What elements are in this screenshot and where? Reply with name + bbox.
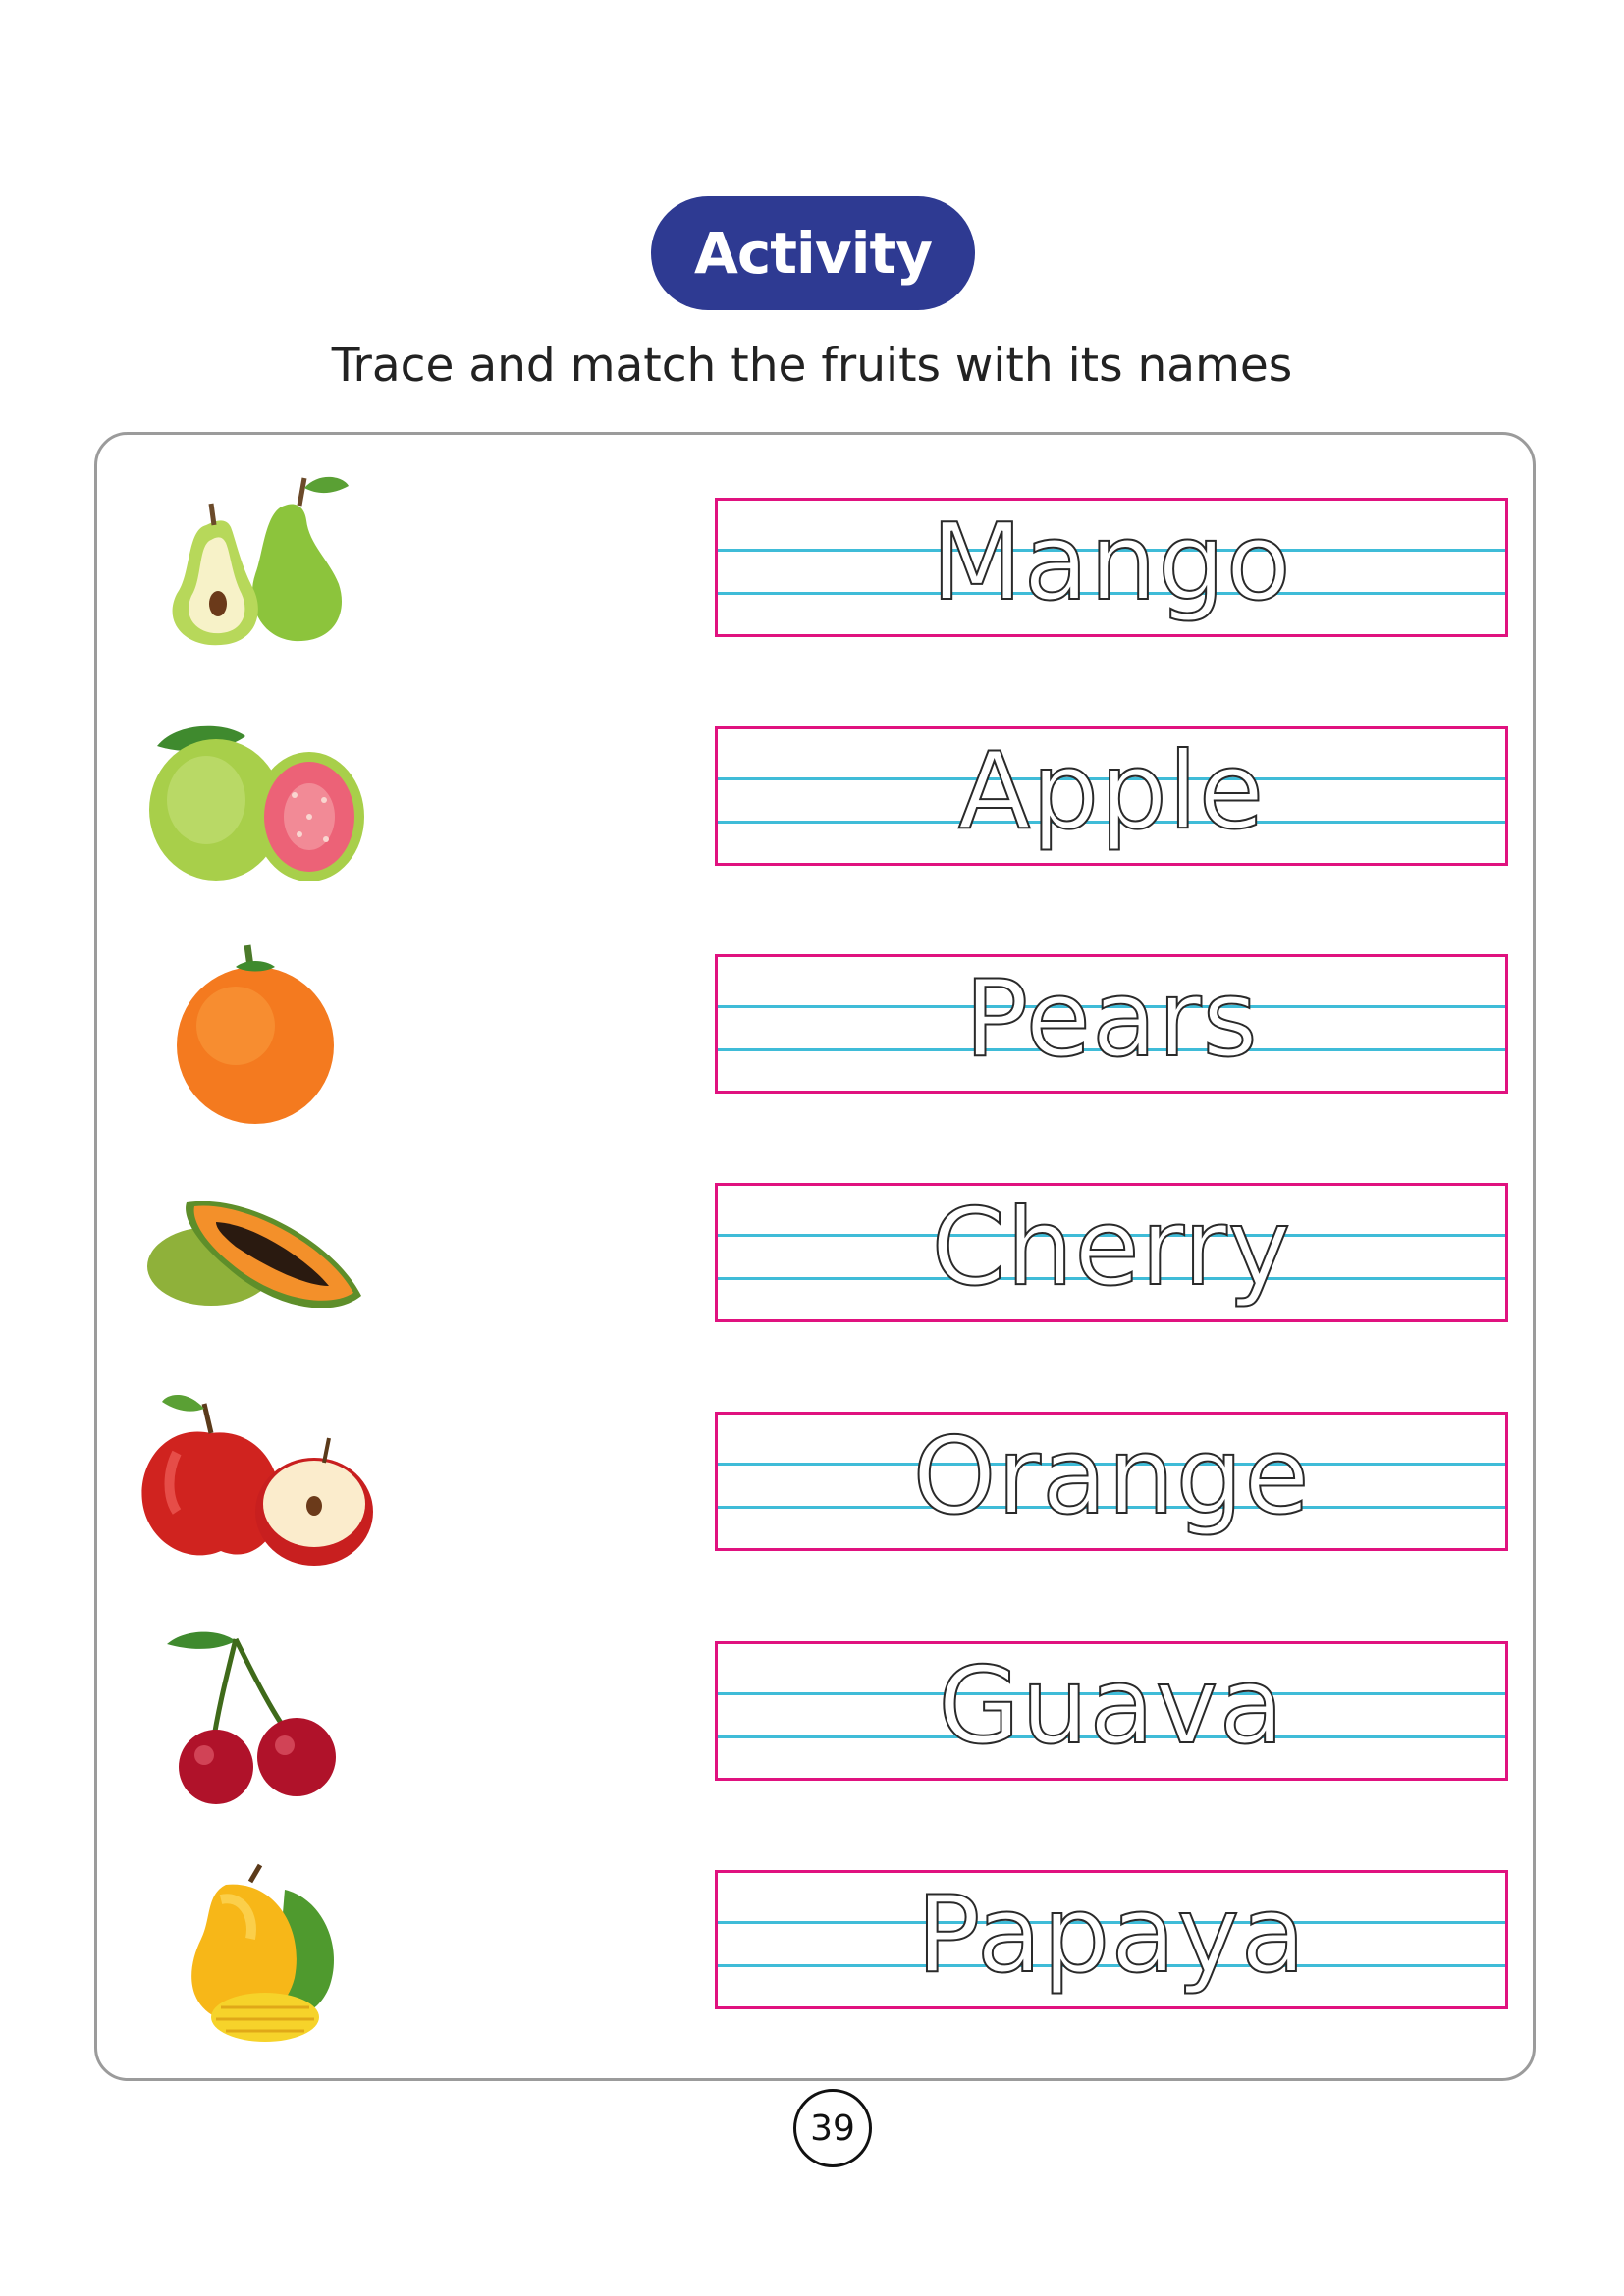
trace-word: Orange: [911, 1415, 1311, 1538]
trace-word: Papaya: [915, 1874, 1307, 1997]
trace-word: Apple: [957, 730, 1266, 853]
papaya-icon: [137, 1163, 373, 1350]
trace-word: Pears: [963, 958, 1259, 1081]
trace-box-orange[interactable]: Orange: [715, 1412, 1508, 1551]
instruction-text: Trace and match the fruits with its name…: [331, 339, 1293, 393]
trace-word: Mango: [930, 502, 1292, 624]
trace-box-pears[interactable]: Pears: [715, 954, 1508, 1094]
page-number: 39: [793, 2089, 872, 2167]
pear-icon: [137, 466, 373, 653]
mango-icon: [137, 1860, 373, 2047]
trace-box-papaya[interactable]: Papaya: [715, 1870, 1508, 2009]
apple-icon: [137, 1384, 373, 1571]
guava-icon: [137, 707, 373, 893]
trace-box-mango[interactable]: Mango: [715, 498, 1508, 637]
trace-box-apple[interactable]: Apple: [715, 726, 1508, 866]
trace-word: Guava: [937, 1645, 1285, 1768]
cherry-icon: [137, 1620, 373, 1806]
orange-icon: [137, 937, 373, 1124]
activity-badge: Activity: [651, 196, 975, 310]
trace-box-cherry[interactable]: Cherry: [715, 1183, 1508, 1322]
trace-word: Cherry: [930, 1187, 1292, 1309]
trace-box-guava[interactable]: Guava: [715, 1641, 1508, 1781]
